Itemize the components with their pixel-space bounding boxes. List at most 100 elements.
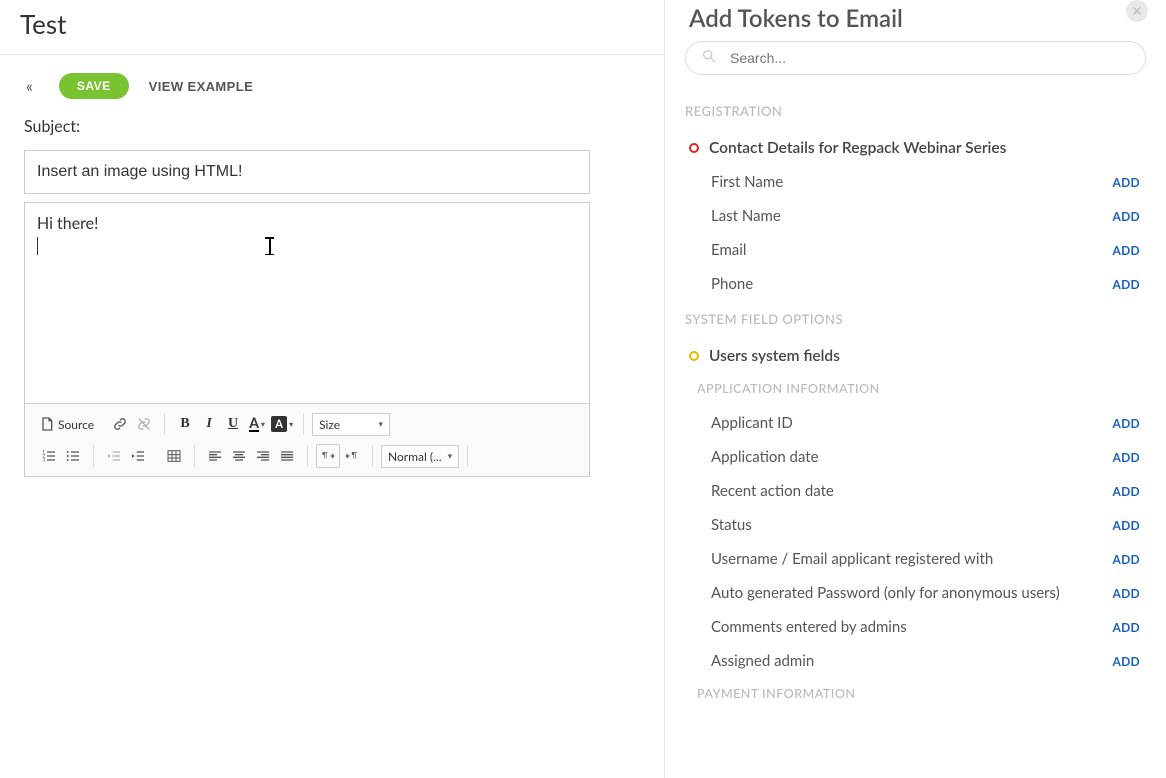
group-title: Contact Details for Regpack Webinar Seri… <box>709 139 1006 157</box>
underline-button[interactable]: U <box>221 412 245 436</box>
token-row: Recent action dateADD <box>685 474 1146 508</box>
view-example-button[interactable]: VIEW EXAMPLE <box>149 79 253 94</box>
add-token-button[interactable]: ADD <box>1113 654 1141 669</box>
editor-body[interactable]: Hi there! <box>25 203 589 403</box>
align-justify-button[interactable] <box>275 444 299 468</box>
svg-text:3: 3 <box>42 456 45 462</box>
add-token-button[interactable]: ADD <box>1113 484 1141 499</box>
rtl-button[interactable]: ¶ <box>340 444 364 468</box>
bullet-list-icon <box>65 448 81 464</box>
bg-color-button[interactable]: A ▾ <box>269 412 295 436</box>
align-center-icon <box>231 448 247 464</box>
token-group-header[interactable]: Users system fields <box>685 339 1146 373</box>
token-row: Auto generated Password (only for anonym… <box>685 576 1146 610</box>
token-label: Phone <box>711 275 1113 293</box>
align-left-button[interactable] <box>203 444 227 468</box>
add-token-button[interactable]: ADD <box>1113 277 1141 292</box>
editor: Hi there! Source <box>24 202 590 477</box>
token-row: Username / Email applicant registered wi… <box>685 542 1146 576</box>
add-token-button[interactable]: ADD <box>1113 450 1141 465</box>
numbered-list-button[interactable]: 123 <box>37 444 61 468</box>
toolbar-row-2: 123 <box>31 440 583 472</box>
caret-down-icon: ▾ <box>379 418 384 430</box>
align-center-button[interactable] <box>227 444 251 468</box>
token-row: StatusADD <box>685 508 1146 542</box>
back-button[interactable]: « <box>20 77 39 96</box>
italic-button[interactable]: I <box>197 412 221 436</box>
rtl-icon: ¶ <box>344 448 360 464</box>
source-label: Source <box>58 417 94 432</box>
bullet-list-button[interactable] <box>61 444 85 468</box>
bg-color-icon: A <box>271 416 287 432</box>
page-title: Test <box>20 8 644 40</box>
add-token-button[interactable]: ADD <box>1113 416 1141 431</box>
text-color-button[interactable]: A ▾ <box>245 412 269 436</box>
outdent-button[interactable] <box>102 444 126 468</box>
group-title: Users system fields <box>709 347 840 365</box>
numbered-list-icon: 123 <box>41 448 57 464</box>
indent-button[interactable] <box>126 444 150 468</box>
unlink-button[interactable] <box>132 412 156 436</box>
caret-down-icon: ▾ <box>289 419 293 429</box>
bold-button[interactable]: B <box>173 412 197 436</box>
token-label: Last Name <box>711 207 1113 225</box>
mouse-ibeam-cursor <box>265 237 274 255</box>
align-justify-icon <box>279 448 295 464</box>
font-size-select[interactable]: Size ▾ <box>312 413 390 436</box>
sub-section-heading: APPLICATION INFORMATION <box>697 381 1146 396</box>
token-label: Username / Email applicant registered wi… <box>711 550 1113 568</box>
unlink-icon <box>136 416 152 432</box>
add-token-button[interactable]: ADD <box>1113 552 1141 567</box>
paragraph-format-select[interactable]: Normal (... ▾ <box>381 445 459 468</box>
align-right-button[interactable] <box>251 444 275 468</box>
table-button[interactable] <box>162 444 186 468</box>
action-bar: « SAVE VIEW EXAMPLE <box>0 55 664 117</box>
left-pane: Test « SAVE VIEW EXAMPLE Subject: Hi the… <box>0 0 665 778</box>
sub-section-heading: PAYMENT INFORMATION <box>697 686 1146 701</box>
close-panel-button[interactable]: ✕ <box>1126 0 1148 22</box>
caret-down-icon: ▾ <box>261 419 265 429</box>
svg-text:¶: ¶ <box>322 449 328 459</box>
token-group-header[interactable]: Contact Details for Regpack Webinar Seri… <box>685 131 1146 165</box>
right-header: Add Tokens to Email <box>665 0 1166 41</box>
search-input[interactable] <box>685 41 1146 75</box>
add-token-button[interactable]: ADD <box>1113 620 1141 635</box>
subject-label: Subject: <box>24 117 640 136</box>
table-icon <box>166 448 182 464</box>
text-color-icon: A <box>249 416 259 432</box>
svg-text:¶: ¶ <box>351 449 357 459</box>
token-row: Assigned adminADD <box>685 644 1146 678</box>
editor-content: Hi there! <box>37 213 577 235</box>
outdent-icon <box>106 448 122 464</box>
search-icon <box>701 48 717 68</box>
add-token-button[interactable]: ADD <box>1113 209 1141 224</box>
add-token-button[interactable]: ADD <box>1113 518 1141 533</box>
section-heading: REGISTRATION <box>685 103 1146 119</box>
save-button[interactable]: SAVE <box>59 73 129 99</box>
ltr-button[interactable]: ¶ <box>316 444 340 468</box>
token-label: Assigned admin <box>711 652 1113 670</box>
source-button[interactable]: Source <box>37 412 96 436</box>
subject-input[interactable] <box>24 150 590 194</box>
add-token-button[interactable]: ADD <box>1113 175 1141 190</box>
token-row: Comments entered by adminsADD <box>685 610 1146 644</box>
font-size-label: Size <box>319 417 340 432</box>
page-title-bar: Test <box>0 0 664 55</box>
token-label: Status <box>711 516 1113 534</box>
add-token-button[interactable]: ADD <box>1113 586 1141 601</box>
editor-toolbar: Source B I U <box>25 403 589 476</box>
group-bullet-icon <box>689 351 699 361</box>
text-caret <box>37 237 38 255</box>
link-button[interactable] <box>108 412 132 436</box>
token-row: Application dateADD <box>685 440 1146 474</box>
token-row: PhoneADD <box>685 267 1146 301</box>
form-area: Subject: Hi there! Source <box>0 117 664 477</box>
align-left-icon <box>207 448 223 464</box>
token-label: Recent action date <box>711 482 1113 500</box>
token-label: Comments entered by admins <box>711 618 1113 636</box>
add-token-button[interactable]: ADD <box>1113 243 1141 258</box>
token-label: First Name <box>711 173 1113 191</box>
toolbar-row-1: Source B I U <box>31 408 583 440</box>
token-row: EmailADD <box>685 233 1146 267</box>
close-icon: ✕ <box>1131 2 1143 20</box>
